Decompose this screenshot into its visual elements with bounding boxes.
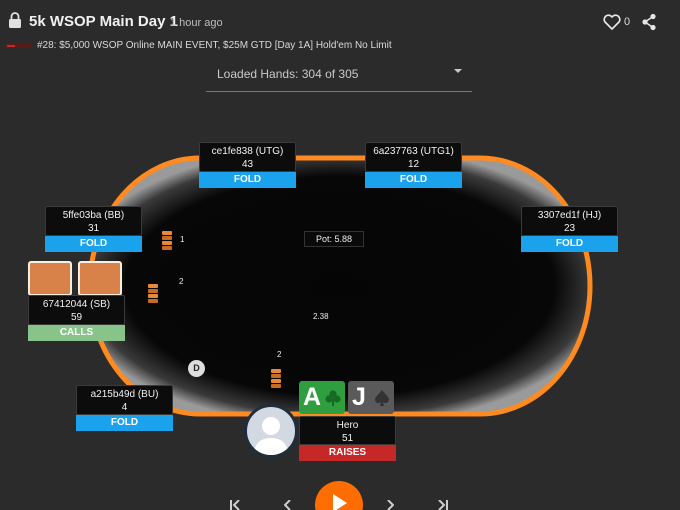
action-badge: RAISES	[299, 445, 396, 461]
player-stack: 51	[341, 433, 354, 444]
hero-avatar	[244, 404, 298, 458]
seat-hj[interactable]: 3307ed1f (HJ) 23 FOLD	[521, 206, 618, 252]
action-badge: FOLD	[45, 236, 142, 252]
hero-card-1: A	[299, 381, 345, 414]
play-icon	[333, 494, 347, 510]
action-badge: FOLD	[199, 172, 296, 188]
action-badge: CALLS	[28, 325, 125, 341]
action-badge: FOLD	[521, 236, 618, 252]
player-name: ce1fe838 (UTG)	[211, 146, 284, 157]
player-stack: 59	[70, 312, 83, 323]
person-icon	[253, 417, 289, 455]
player-stack: 23	[563, 223, 576, 234]
dealer-button: D	[188, 360, 205, 377]
sb-bet-amount: 2	[179, 277, 184, 286]
club-icon	[325, 390, 341, 406]
card-rank: A	[303, 383, 322, 411]
player-stack: 4	[121, 402, 128, 413]
card-rank: J	[352, 383, 366, 411]
player-stack: 43	[241, 159, 254, 170]
seat-utg[interactable]: ce1fe838 (UTG) 43 FOLD	[199, 142, 296, 188]
hero-bet-amount: 2	[277, 350, 282, 359]
spade-icon	[375, 390, 389, 406]
seat-bu[interactable]: a215b49d (BU) 4 FOLD	[76, 385, 173, 431]
action-badge: FOLD	[365, 172, 462, 188]
center-bet-amount: 2.38	[313, 312, 329, 321]
player-stack: 31	[87, 223, 100, 234]
player-name: 3307ed1f (HJ)	[537, 210, 602, 221]
action-badge: FOLD	[76, 415, 173, 431]
seat-utg1[interactable]: 6a237763 (UTG1) 12 FOLD	[365, 142, 462, 188]
next-icon[interactable]	[386, 500, 394, 510]
seat-bb[interactable]: 5ffe03ba (BB) 31 FOLD	[45, 206, 142, 252]
pot-label: Pot: 5.88	[304, 231, 364, 247]
player-name: 6a237763 (UTG1)	[373, 146, 454, 157]
bb-bet-amount: 1	[180, 235, 185, 244]
player-name: a215b49d (BU)	[90, 389, 159, 400]
seat-hero[interactable]: Hero 51 RAISES	[299, 416, 396, 461]
last-hand-icon[interactable]	[437, 500, 449, 510]
card-back	[78, 261, 122, 296]
previous-icon[interactable]	[284, 500, 292, 510]
seat-sb[interactable]: 67412044 (SB) 59 CALLS	[28, 295, 125, 341]
card-back	[28, 261, 72, 296]
chip-stack-icon	[162, 231, 172, 250]
first-hand-icon[interactable]	[229, 500, 241, 510]
player-name: 67412044 (SB)	[42, 299, 111, 310]
chip-stack-icon	[148, 284, 158, 303]
player-name: Hero	[336, 420, 359, 431]
chip-stack-icon	[271, 369, 281, 388]
hero-card-2: J	[348, 381, 394, 414]
player-name: 5ffe03ba (BB)	[62, 210, 125, 221]
player-stack: 12	[407, 159, 420, 170]
